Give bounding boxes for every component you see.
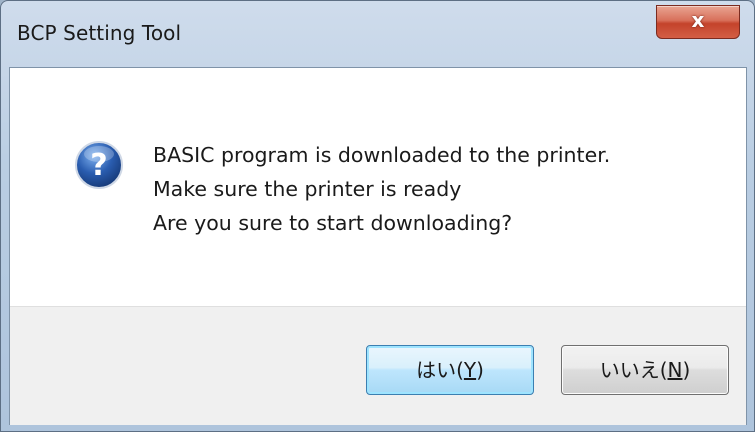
yes-label-post: ) <box>476 358 484 382</box>
svg-text:?: ? <box>90 148 107 183</box>
no-accesskey: N <box>667 358 683 382</box>
yes-button[interactable]: はい(Y) <box>366 345 534 395</box>
close-button[interactable]: x <box>656 5 740 39</box>
question-icon: ? <box>75 141 123 189</box>
no-label-pre: いいえ( <box>599 358 668 382</box>
yes-label-pre: はい( <box>416 358 464 382</box>
dialog-content: ? BASIC program is downloaded to the pri… <box>9 67 747 425</box>
message-line-3: Are you sure to start downloading? <box>153 211 513 235</box>
message-line-1: BASIC program is downloaded to the print… <box>153 143 611 167</box>
message-line-2: Make sure the printer is ready <box>153 177 462 201</box>
no-label-post: ) <box>682 358 691 382</box>
yes-accesskey: Y <box>463 358 477 382</box>
title-bar[interactable]: BCP Setting Tool x <box>1 1 754 65</box>
message-text: BASIC program is downloaded to the print… <box>153 138 610 240</box>
close-icon: x <box>691 8 705 32</box>
no-button[interactable]: いいえ(N) <box>561 345 729 395</box>
window-title: BCP Setting Tool <box>17 21 182 45</box>
dialog-window: BCP Setting Tool x ? BASIC program is do… <box>0 0 755 432</box>
button-area: はい(Y) いいえ(N) <box>10 306 746 425</box>
